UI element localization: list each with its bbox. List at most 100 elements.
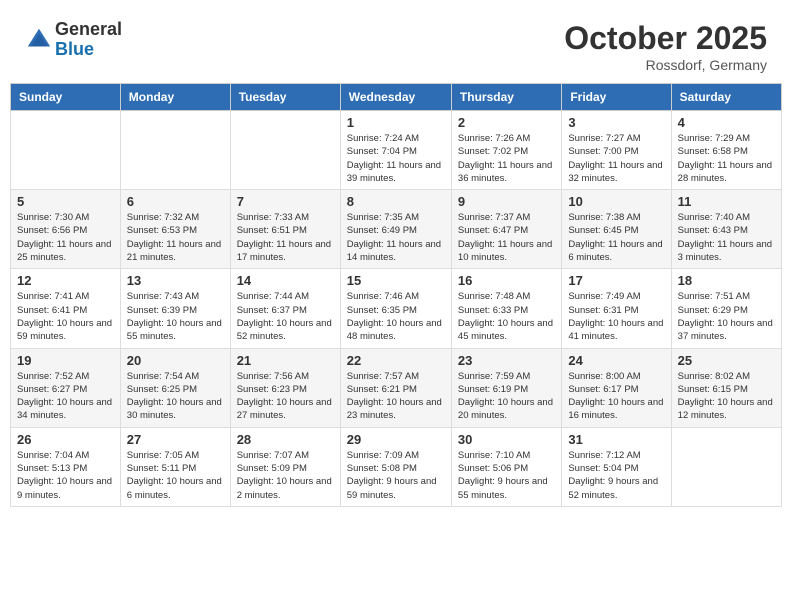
calendar-cell: 2 Sunrise: 7:26 AM Sunset: 7:02 PM Daylig… (451, 111, 561, 190)
weekday-header: Saturday (671, 84, 781, 111)
day-number: 17 (568, 273, 664, 288)
day-number: 14 (237, 273, 334, 288)
day-number: 2 (458, 115, 555, 130)
weekday-header: Friday (562, 84, 671, 111)
day-info: Sunrise: 8:00 AM Sunset: 6:17 PM Dayligh… (568, 370, 664, 423)
day-number: 25 (678, 353, 775, 368)
day-number: 12 (17, 273, 114, 288)
title-section: October 2025 Rossdorf, Germany (564, 20, 767, 73)
calendar-cell: 27Sunrise: 7:05 AM Sunset: 5:11 PM Dayli… (120, 427, 230, 506)
calendar-cell: 7 Sunrise: 7:33 AM Sunset: 6:51 PM Daylig… (230, 190, 340, 269)
logo-icon (25, 26, 53, 54)
day-info: Sunrise: 7:26 AM Sunset: 7:02 PM Dayligh… (458, 132, 555, 185)
day-number: 24 (568, 353, 664, 368)
calendar-cell: 19 Sunrise: 7:52 AM Sunset: 6:27 PM Dayli… (11, 348, 121, 427)
day-number: 20 (127, 353, 224, 368)
day-info: Sunrise: 7:09 AM Sunset: 5:08 PM Dayligh… (347, 449, 445, 502)
calendar-cell: 16 Sunrise: 7:48 AM Sunset: 6:33 PM Dayli… (451, 269, 561, 348)
day-info: Sunrise: 7:43 AM Sunset: 6:39 PM Dayligh… (127, 290, 224, 343)
calendar-cell: 1Sunrise: 7:24 AM Sunset: 7:04 PM Daylig… (340, 111, 451, 190)
day-info: Sunrise: 7:48 AM Sunset: 6:33 PM Dayligh… (458, 290, 555, 343)
calendar-cell: 12 Sunrise: 7:41 AM Sunset: 6:41 PM Dayli… (11, 269, 121, 348)
day-number: 15 (347, 273, 445, 288)
weekday-header: Sunday (11, 84, 121, 111)
day-number: 6 (127, 194, 224, 209)
calendar-cell: 29 Sunrise: 7:09 AM Sunset: 5:08 PM Dayli… (340, 427, 451, 506)
weekday-header: Wednesday (340, 84, 451, 111)
day-info: Sunrise: 7:46 AM Sunset: 6:35 PM Dayligh… (347, 290, 445, 343)
calendar-cell: 30 Sunrise: 7:10 AM Sunset: 5:06 PM Dayli… (451, 427, 561, 506)
logo: General Blue (25, 20, 122, 60)
day-info: Sunrise: 7:57 AM Sunset: 6:21 PM Dayligh… (347, 370, 445, 423)
calendar-cell: 25Sunrise: 8:02 AM Sunset: 6:15 PM Dayli… (671, 348, 781, 427)
day-number: 18 (678, 273, 775, 288)
calendar-week-row: 1Sunrise: 7:24 AM Sunset: 7:04 PM Daylig… (11, 111, 782, 190)
day-info: Sunrise: 7:54 AM Sunset: 6:25 PM Dayligh… (127, 370, 224, 423)
day-info: Sunrise: 7:30 AM Sunset: 6:56 PM Dayligh… (17, 211, 114, 264)
day-info: Sunrise: 7:33 AM Sunset: 6:51 PM Dayligh… (237, 211, 334, 264)
calendar-cell: 13 Sunrise: 7:43 AM Sunset: 6:39 PM Dayli… (120, 269, 230, 348)
day-info: Sunrise: 7:40 AM Sunset: 6:43 PM Dayligh… (678, 211, 775, 264)
day-number: 9 (458, 194, 555, 209)
calendar-cell: 20 Sunrise: 7:54 AM Sunset: 6:25 PM Dayli… (120, 348, 230, 427)
day-number: 3 (568, 115, 664, 130)
calendar-cell: 28 Sunrise: 7:07 AM Sunset: 5:09 PM Dayli… (230, 427, 340, 506)
day-info: Sunrise: 7:12 AM Sunset: 5:04 PM Dayligh… (568, 449, 664, 502)
day-number: 7 (237, 194, 334, 209)
calendar-cell: 5Sunrise: 7:30 AM Sunset: 6:56 PM Daylig… (11, 190, 121, 269)
calendar-cell: 31 Sunrise: 7:12 AM Sunset: 5:04 PM Dayli… (562, 427, 671, 506)
day-info: Sunrise: 7:07 AM Sunset: 5:09 PM Dayligh… (237, 449, 334, 502)
calendar-week-row: 12 Sunrise: 7:41 AM Sunset: 6:41 PM Dayli… (11, 269, 782, 348)
day-number: 26 (17, 432, 114, 447)
day-number: 30 (458, 432, 555, 447)
calendar-cell (11, 111, 121, 190)
day-number: 29 (347, 432, 445, 447)
weekday-header: Thursday (451, 84, 561, 111)
calendar-cell: 9Sunrise: 7:37 AM Sunset: 6:47 PM Daylig… (451, 190, 561, 269)
calendar-cell (120, 111, 230, 190)
day-number: 21 (237, 353, 334, 368)
calendar-cell: 8 Sunrise: 7:35 AM Sunset: 6:49 PM Daylig… (340, 190, 451, 269)
calendar-cell: 6 Sunrise: 7:32 AM Sunset: 6:53 PM Daylig… (120, 190, 230, 269)
logo-text: General Blue (55, 20, 122, 60)
day-number: 13 (127, 273, 224, 288)
day-number: 22 (347, 353, 445, 368)
page-header: General Blue October 2025 Rossdorf, Germ… (10, 10, 782, 78)
day-number: 10 (568, 194, 664, 209)
calendar-cell: 4 Sunrise: 7:29 AM Sunset: 6:58 PM Daylig… (671, 111, 781, 190)
day-info: Sunrise: 7:51 AM Sunset: 6:29 PM Dayligh… (678, 290, 775, 343)
day-info: Sunrise: 7:10 AM Sunset: 5:06 PM Dayligh… (458, 449, 555, 502)
day-info: Sunrise: 7:29 AM Sunset: 6:58 PM Dayligh… (678, 132, 775, 185)
calendar-cell: 3Sunrise: 7:27 AM Sunset: 7:00 PM Daylig… (562, 111, 671, 190)
day-info: Sunrise: 7:52 AM Sunset: 6:27 PM Dayligh… (17, 370, 114, 423)
calendar-cell: 22 Sunrise: 7:57 AM Sunset: 6:21 PM Dayli… (340, 348, 451, 427)
day-number: 8 (347, 194, 445, 209)
calendar-cell: 15 Sunrise: 7:46 AM Sunset: 6:35 PM Dayli… (340, 269, 451, 348)
weekday-header-row: SundayMondayTuesdayWednesdayThursdayFrid… (11, 84, 782, 111)
day-info: Sunrise: 7:32 AM Sunset: 6:53 PM Dayligh… (127, 211, 224, 264)
day-info: Sunrise: 7:56 AM Sunset: 6:23 PM Dayligh… (237, 370, 334, 423)
calendar-cell: 11 Sunrise: 7:40 AM Sunset: 6:43 PM Dayli… (671, 190, 781, 269)
weekday-header: Tuesday (230, 84, 340, 111)
day-info: Sunrise: 7:35 AM Sunset: 6:49 PM Dayligh… (347, 211, 445, 264)
calendar-week-row: 5Sunrise: 7:30 AM Sunset: 6:56 PM Daylig… (11, 190, 782, 269)
day-number: 11 (678, 194, 775, 209)
calendar-cell (671, 427, 781, 506)
logo-blue: Blue (55, 40, 122, 60)
calendar-cell: 10 Sunrise: 7:38 AM Sunset: 6:45 PM Dayli… (562, 190, 671, 269)
day-number: 31 (568, 432, 664, 447)
day-number: 23 (458, 353, 555, 368)
logo-general: General (55, 20, 122, 40)
day-number: 28 (237, 432, 334, 447)
calendar-cell: 21 Sunrise: 7:56 AM Sunset: 6:23 PM Dayli… (230, 348, 340, 427)
day-info: Sunrise: 7:41 AM Sunset: 6:41 PM Dayligh… (17, 290, 114, 343)
day-number: 4 (678, 115, 775, 130)
day-info: Sunrise: 7:38 AM Sunset: 6:45 PM Dayligh… (568, 211, 664, 264)
day-info: Sunrise: 7:24 AM Sunset: 7:04 PM Dayligh… (347, 132, 445, 185)
weekday-header: Monday (120, 84, 230, 111)
day-number: 16 (458, 273, 555, 288)
calendar-cell: 26Sunrise: 7:04 AM Sunset: 5:13 PM Dayli… (11, 427, 121, 506)
day-info: Sunrise: 7:49 AM Sunset: 6:31 PM Dayligh… (568, 290, 664, 343)
day-info: Sunrise: 7:44 AM Sunset: 6:37 PM Dayligh… (237, 290, 334, 343)
day-number: 19 (17, 353, 114, 368)
